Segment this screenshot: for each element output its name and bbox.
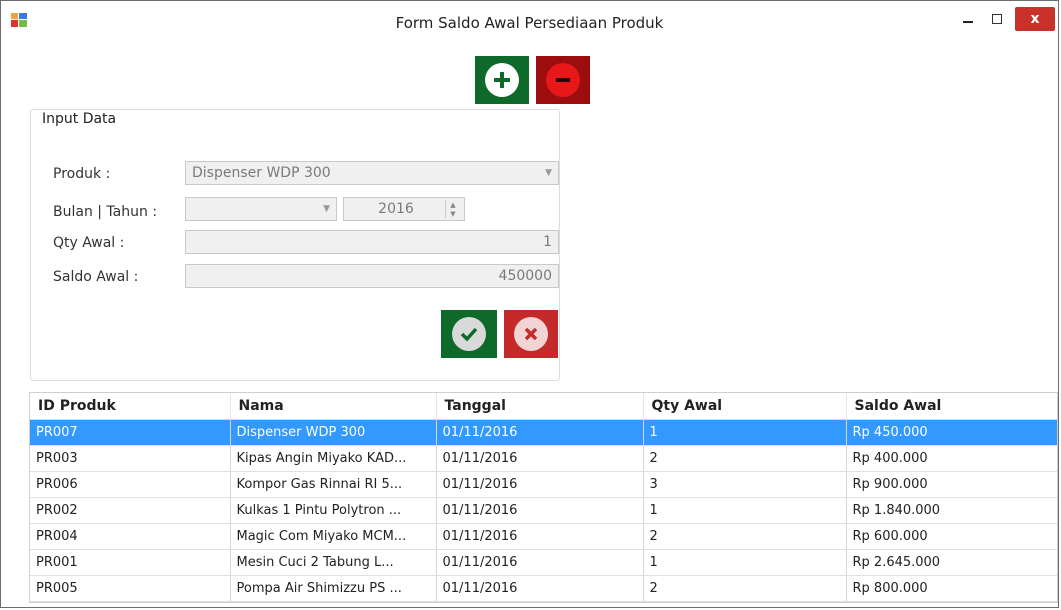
save-button[interactable] — [441, 310, 497, 358]
minus-circle-icon — [546, 63, 580, 97]
produk-combobox[interactable]: Dispenser WDP 300 ▼ — [185, 161, 559, 185]
table-row[interactable]: PR007 Dispenser WDP 300 01/11/2016 1 Rp 450.… — [30, 419, 1057, 446]
table-row[interactable]: PR006 Kompor Gas Rinnai RI 5... 01/11/2016… — [30, 471, 1057, 498]
bulan-tahun-label: Bulan | Tahun : — [53, 204, 158, 220]
saldo-awal-value: 450000 — [498, 268, 552, 284]
maximize-button[interactable] — [985, 7, 1009, 31]
check-circle-icon — [452, 317, 486, 351]
chevron-down-icon: ▼ — [323, 204, 330, 214]
column-header-id-produk[interactable]: ID Produk — [30, 393, 231, 420]
table-row[interactable]: PR001 Mesin Cuci 2 Tabung L... 01/11/2016 1… — [30, 549, 1057, 576]
chevron-down-icon: ▼ — [545, 168, 552, 178]
tahun-spinner[interactable]: 2016 ▲ ▼ — [343, 197, 465, 221]
cell-nama[interactable]: Dispenser WDP 300 — [230, 419, 437, 446]
saldo-awal-grid[interactable]: ID Produk Nama Tanggal Qty Awal Saldo Aw… — [29, 392, 1058, 603]
cell-nama[interactable]: Kulkas 1 Pintu Polytron ... — [230, 497, 437, 524]
cell-saldo-awal[interactable]: Rp 600.000 — [846, 523, 1057, 550]
qty-awal-field[interactable]: 1 — [185, 230, 559, 254]
cell-tanggal[interactable]: 01/11/2016 — [436, 523, 644, 550]
input-data-legend: Input Data — [39, 111, 120, 127]
cell-tanggal[interactable]: 01/11/2016 — [436, 419, 644, 446]
cell-tanggal[interactable]: 01/11/2016 — [436, 497, 644, 524]
cell-saldo-awal[interactable]: Rp 2.645.000 — [846, 549, 1057, 576]
app-window: Form Saldo Awal Persediaan Produk x Inpu… — [0, 0, 1059, 608]
cell-qty-awal[interactable]: 2 — [643, 523, 847, 550]
grid-header-row: ID Produk Nama Tanggal Qty Awal Saldo Aw… — [30, 393, 1057, 420]
saldo-awal-label: Saldo Awal : — [53, 269, 139, 285]
table-row[interactable]: PR003 Kipas Angin Miyako KAD... 01/11/2016… — [30, 445, 1057, 472]
window-title: Form Saldo Awal Persediaan Produk — [395, 14, 664, 32]
cell-id-produk[interactable]: PR006 — [30, 471, 231, 498]
cell-qty-awal[interactable]: 2 — [643, 575, 847, 602]
close-button[interactable]: x — [1015, 7, 1055, 31]
produk-value: Dispenser WDP 300 — [192, 165, 331, 181]
column-header-saldo-awal[interactable]: Saldo Awal — [846, 393, 1057, 420]
cell-qty-awal[interactable]: 1 — [643, 549, 847, 576]
cell-saldo-awal[interactable]: Rp 450.000 — [846, 419, 1057, 446]
cell-qty-awal[interactable]: 1 — [643, 497, 847, 524]
minimize-icon — [963, 21, 973, 23]
remove-button[interactable] — [536, 56, 590, 104]
cell-tanggal[interactable]: 01/11/2016 — [436, 549, 644, 576]
cell-id-produk[interactable]: PR002 — [30, 497, 231, 524]
plus-circle-icon — [485, 63, 519, 97]
qty-awal-label: Qty Awal : — [53, 235, 125, 251]
close-icon: x — [1030, 11, 1040, 27]
produk-label: Produk : — [53, 166, 111, 182]
column-header-qty-awal[interactable]: Qty Awal — [643, 393, 847, 420]
bulan-combobox[interactable]: ▼ — [185, 197, 337, 221]
cell-tanggal[interactable]: 01/11/2016 — [436, 575, 644, 602]
cell-tanggal[interactable]: 01/11/2016 — [436, 445, 644, 472]
title-bar: Form Saldo Awal Persediaan Produk x — [1, 1, 1058, 41]
cell-id-produk[interactable]: PR004 — [30, 523, 231, 550]
table-row[interactable]: PR004 Magic Com Miyako MCM... 01/11/2016 2 R… — [30, 523, 1057, 550]
cell-qty-awal[interactable]: 2 — [643, 445, 847, 472]
qty-awal-value: 1 — [543, 234, 552, 250]
add-button[interactable] — [475, 56, 529, 104]
saldo-awal-field[interactable]: 450000 — [185, 264, 559, 288]
cell-id-produk[interactable]: PR001 — [30, 549, 231, 576]
cell-nama[interactable]: Mesin Cuci 2 Tabung L... — [230, 549, 437, 576]
cancel-button[interactable] — [504, 310, 558, 358]
cell-saldo-awal[interactable]: Rp 900.000 — [846, 471, 1057, 498]
cell-saldo-awal[interactable]: Rp 800.000 — [846, 575, 1057, 602]
cell-tanggal[interactable]: 01/11/2016 — [436, 471, 644, 498]
cell-id-produk[interactable]: PR003 — [30, 445, 231, 472]
table-row[interactable]: PR005 Pompa Air Shimizzu PS ... 01/11/2016… — [30, 575, 1057, 602]
maximize-icon — [992, 14, 1002, 24]
cell-nama[interactable]: Kompor Gas Rinnai RI 5... — [230, 471, 437, 498]
tahun-value: 2016 — [378, 201, 414, 217]
spinner-arrows-icon[interactable]: ▲ ▼ — [445, 200, 460, 218]
cell-qty-awal[interactable]: 3 — [643, 471, 847, 498]
cell-saldo-awal[interactable]: Rp 1.840.000 — [846, 497, 1057, 524]
column-header-nama[interactable]: Nama — [230, 393, 437, 420]
cell-id-produk[interactable]: PR005 — [30, 575, 231, 602]
table-row[interactable]: PR002 Kulkas 1 Pintu Polytron ... 01/11/20… — [30, 497, 1057, 524]
cell-nama[interactable]: Pompa Air Shimizzu PS ... — [230, 575, 437, 602]
cell-nama[interactable]: Kipas Angin Miyako KAD... — [230, 445, 437, 472]
cell-saldo-awal[interactable]: Rp 400.000 — [846, 445, 1057, 472]
column-header-tanggal[interactable]: Tanggal — [436, 393, 644, 420]
minimize-button[interactable] — [956, 7, 980, 31]
cell-id-produk[interactable]: PR007 — [30, 419, 231, 446]
cell-nama[interactable]: Magic Com Miyako MCM... — [230, 523, 437, 550]
cell-qty-awal[interactable]: 1 — [643, 419, 847, 446]
x-circle-icon — [514, 317, 548, 351]
